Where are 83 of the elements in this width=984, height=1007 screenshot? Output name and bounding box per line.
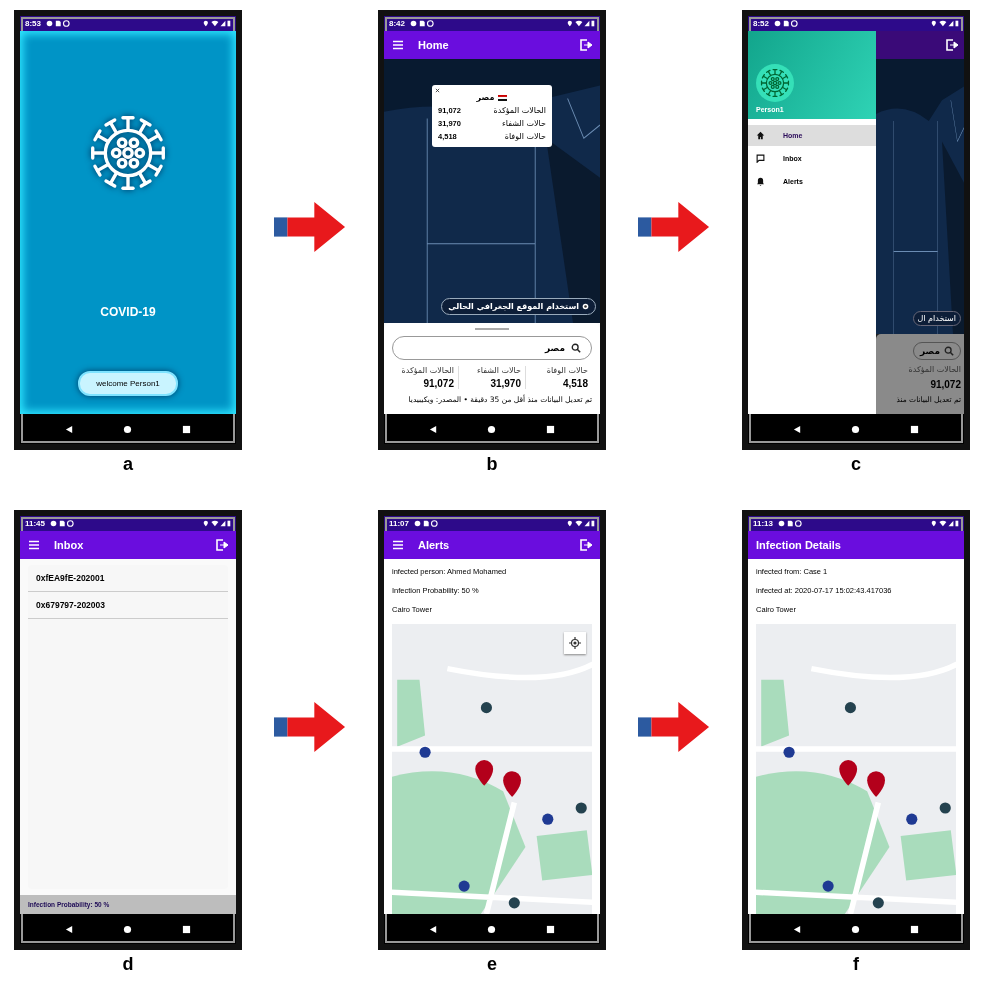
notification-icons-drawing <box>774 20 798 27</box>
welcome-button[interactable]: welcome Person1 <box>78 371 178 396</box>
my-location-icon <box>569 637 581 649</box>
recents-icon[interactable] <box>910 924 920 934</box>
status-time: 11:07 <box>389 519 410 528</box>
location-target-icon <box>582 303 589 310</box>
logout-icon[interactable] <box>580 39 592 51</box>
stat-value: 31,970 <box>490 378 521 389</box>
panel-label: b <box>486 454 498 474</box>
stat-label: حالات الشفاء <box>501 119 546 128</box>
stat-label: حالات الشفاء <box>476 366 521 375</box>
app-bar-title: Alerts <box>418 539 450 551</box>
status-time: 8:52 <box>753 19 769 28</box>
status-time: 11:45 <box>25 519 46 528</box>
system-icons-drawing <box>931 520 959 527</box>
panel-label: d <box>122 954 134 974</box>
current-location-button[interactable]: استخدام الموقع الجغرافي الحالي <box>441 298 596 315</box>
close-icon[interactable] <box>435 88 440 93</box>
status-time: 8:53 <box>25 19 41 28</box>
stat-value: 91,072 <box>423 378 454 389</box>
country-name: مصر <box>476 93 495 102</box>
notification-icons-drawing <box>414 520 438 527</box>
recents-icon[interactable] <box>546 924 556 934</box>
notification-icons-drawing <box>50 520 74 527</box>
chat-icon <box>756 154 765 163</box>
back-icon[interactable] <box>64 924 74 934</box>
stat-value: 4,518 <box>562 378 588 389</box>
recents-icon[interactable] <box>182 424 192 434</box>
status-time: 8:42 <box>389 19 405 28</box>
message-item[interactable]: 0x679797-202003 <box>28 592 228 619</box>
notification-icons-drawing <box>46 20 70 27</box>
search-value: مصر <box>544 343 565 353</box>
stat-label: الحالات المؤكدة <box>908 365 961 374</box>
home-circle-icon[interactable] <box>851 424 861 434</box>
search-icon <box>571 343 581 353</box>
message-item[interactable]: 0xfEA9fE-202001 <box>28 565 228 592</box>
app-bar-title: Home <box>418 39 449 51</box>
search-icon <box>944 346 954 356</box>
back-icon[interactable] <box>428 424 438 434</box>
system-icons-drawing <box>931 20 959 27</box>
status-time: 11:13 <box>753 519 774 528</box>
home-circle-icon[interactable] <box>123 424 133 434</box>
recents-icon[interactable] <box>910 424 920 434</box>
home-circle-icon[interactable] <box>487 924 497 934</box>
back-icon[interactable] <box>64 424 74 434</box>
home-circle-icon[interactable] <box>123 924 133 934</box>
notification-icons-drawing <box>410 20 434 27</box>
menu-icon[interactable] <box>28 539 40 551</box>
logout-icon[interactable] <box>946 39 958 51</box>
app-bar-title: Infection Details <box>756 539 841 551</box>
menu-icon[interactable] <box>392 39 404 51</box>
notification-icons-drawing <box>778 520 802 527</box>
system-icons-drawing <box>203 520 231 527</box>
back-icon[interactable] <box>792 924 802 934</box>
recents-icon[interactable] <box>182 924 192 934</box>
stat-label: حالات الوفاة <box>546 366 588 375</box>
stat-label: الحالات المؤكدة <box>493 106 546 115</box>
bell-icon <box>756 177 765 186</box>
panel-label: c <box>851 454 861 474</box>
home-icon <box>756 131 765 140</box>
stat-label: حالات الوفاة <box>504 132 546 141</box>
system-icons-drawing <box>567 520 595 527</box>
search-value: مصر <box>919 346 940 356</box>
system-icons-drawing <box>203 20 231 27</box>
panel-label: a <box>123 454 133 474</box>
app-title: COVID-19 <box>100 305 156 319</box>
panel-label: f <box>853 954 859 974</box>
app-bar-title: Inbox <box>54 539 84 551</box>
recents-icon[interactable] <box>546 424 556 434</box>
current-location-button[interactable]: استخدام ال <box>912 311 961 326</box>
panel-label: e <box>487 954 497 974</box>
home-circle-icon[interactable] <box>851 924 861 934</box>
stat-value: 91,072 <box>930 379 961 390</box>
logout-icon[interactable] <box>580 539 592 551</box>
home-circle-icon[interactable] <box>487 424 497 434</box>
logout-icon[interactable] <box>216 539 228 551</box>
back-icon[interactable] <box>792 424 802 434</box>
flag-icon <box>498 94 508 101</box>
back-icon[interactable] <box>428 924 438 934</box>
stat-label: الحالات المؤكدة <box>401 366 454 375</box>
system-icons-drawing <box>567 20 595 27</box>
my-location-button[interactable] <box>564 632 586 654</box>
menu-icon[interactable] <box>392 539 404 551</box>
